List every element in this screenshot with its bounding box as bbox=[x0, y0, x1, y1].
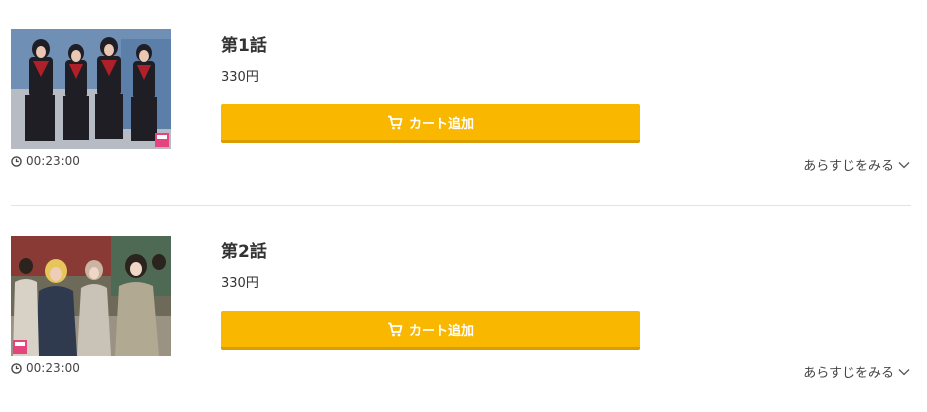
add-to-cart-button[interactable]: カート追加 bbox=[221, 104, 640, 143]
episode-thumbnail[interactable] bbox=[11, 236, 171, 356]
synopsis-label: あらすじをみる bbox=[803, 159, 894, 174]
synopsis-toggle[interactable]: あらすじをみる bbox=[803, 155, 910, 174]
synopsis-label: あらすじをみる bbox=[803, 366, 894, 381]
chevron-down-icon bbox=[898, 161, 910, 169]
synopsis-toggle[interactable]: あらすじをみる bbox=[803, 362, 910, 381]
duration-text: 00:23:00 bbox=[26, 361, 80, 375]
cart-button-label: カート追加 bbox=[408, 116, 474, 132]
episode-title: 第2話 bbox=[221, 242, 267, 262]
episode-price: 330円 bbox=[221, 70, 259, 85]
cart-icon bbox=[387, 115, 403, 130]
episode-divider bbox=[11, 205, 911, 206]
clock-icon bbox=[11, 155, 22, 167]
duration-text: 00:23:00 bbox=[26, 154, 80, 168]
chevron-down-icon bbox=[898, 368, 910, 376]
clock-icon bbox=[11, 362, 22, 374]
episode-price: 330円 bbox=[221, 276, 259, 291]
episode-duration: 00:23:00 bbox=[11, 154, 80, 168]
episode-title: 第1話 bbox=[221, 36, 267, 56]
cart-icon bbox=[387, 322, 403, 337]
episode-thumbnail[interactable] bbox=[11, 29, 171, 149]
episode-duration: 00:23:00 bbox=[11, 361, 80, 375]
add-to-cart-button[interactable]: カート追加 bbox=[221, 311, 640, 350]
cart-button-label: カート追加 bbox=[408, 323, 474, 339]
